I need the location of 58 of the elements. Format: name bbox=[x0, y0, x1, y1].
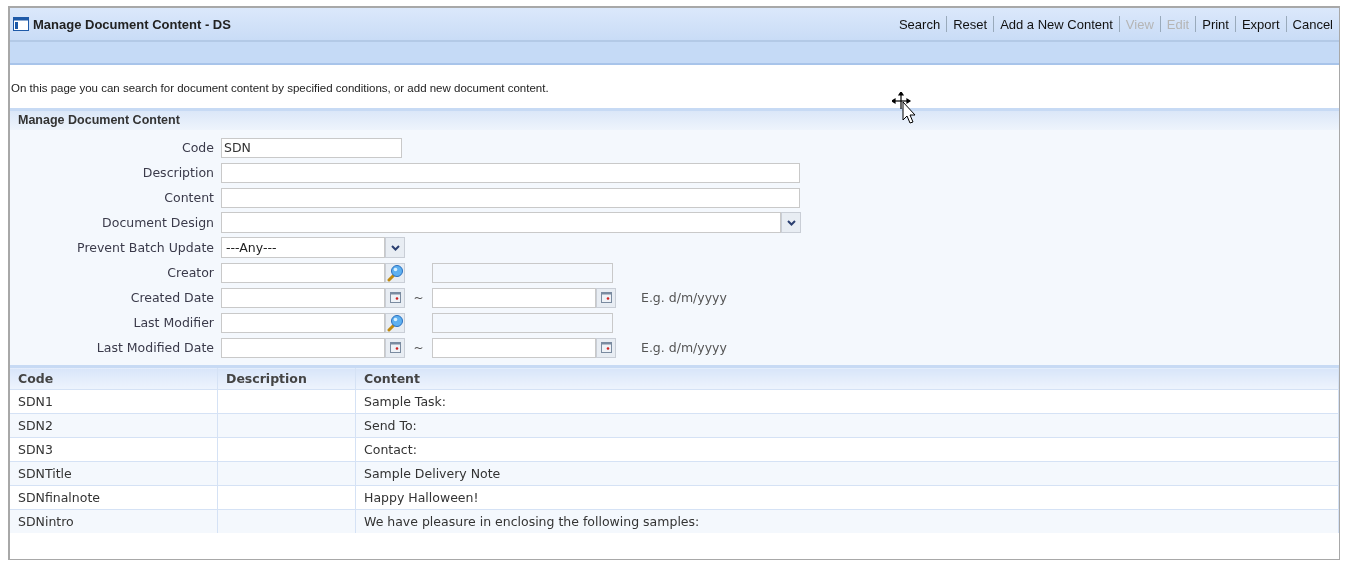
toolbar-link[interactable]: Search bbox=[892, 16, 947, 32]
range-separator: ~ bbox=[412, 290, 425, 305]
toolbar-link[interactable]: Add a New Content bbox=[994, 16, 1119, 32]
table-cell: SDNTitle bbox=[10, 461, 218, 486]
calendar-icon bbox=[600, 292, 612, 303]
table-cell: Send To: bbox=[355, 413, 1339, 438]
field-label: Prevent Batch Update bbox=[76, 240, 215, 255]
dropdown-button[interactable] bbox=[781, 212, 801, 233]
input-field[interactable] bbox=[221, 187, 800, 208]
field-label: Last Modified Date bbox=[95, 340, 215, 355]
toolbar-link[interactable]: Export bbox=[1235, 16, 1286, 32]
calendar-button[interactable] bbox=[385, 337, 405, 358]
format-hint: E.g. d/m/yyyy bbox=[641, 340, 727, 355]
section-title: Manage Document Content bbox=[18, 113, 180, 127]
date-field[interactable] bbox=[221, 337, 385, 358]
input-field[interactable] bbox=[221, 262, 385, 283]
field-label: Creator bbox=[166, 265, 215, 280]
field-label: Created Date bbox=[129, 290, 215, 305]
field-label: Last Modifier bbox=[132, 315, 215, 330]
lookup-button[interactable] bbox=[385, 262, 405, 283]
column-header: Content bbox=[355, 366, 1339, 390]
dropdown-field[interactable] bbox=[221, 212, 801, 233]
date-field[interactable] bbox=[432, 337, 596, 358]
calendar-button[interactable] bbox=[596, 287, 616, 308]
toolbar-link[interactable]: Reset bbox=[947, 16, 994, 32]
window-icon bbox=[13, 17, 29, 31]
field-label: Document Design bbox=[101, 215, 215, 230]
column-header: Code bbox=[10, 366, 218, 390]
format-hint: E.g. d/m/yyyy bbox=[641, 290, 727, 305]
column-header: Description bbox=[217, 366, 356, 390]
calendar-icon bbox=[600, 342, 612, 353]
field-label: Description bbox=[141, 165, 215, 180]
date-field[interactable] bbox=[221, 287, 385, 308]
table-cell: SDNintro bbox=[10, 509, 218, 533]
table-cell: Sample Delivery Note bbox=[355, 461, 1339, 486]
intro-text: On this page you can search for document content by specified conditions, or add new document content. bbox=[10, 81, 550, 96]
chevron-down-icon bbox=[786, 219, 796, 226]
input-field[interactable] bbox=[221, 312, 385, 333]
table-cell: We have pleasure in enclosing the following samples: bbox=[355, 509, 1339, 533]
toolbar-link[interactable]: Print bbox=[1196, 16, 1235, 32]
calendar-button[interactable] bbox=[596, 337, 616, 358]
calendar-icon bbox=[389, 342, 401, 353]
date-field[interactable] bbox=[432, 287, 596, 308]
table-cell: SDN2 bbox=[10, 413, 218, 438]
chevron-down-icon bbox=[390, 244, 400, 251]
search-icon bbox=[386, 263, 404, 282]
field-label: Content bbox=[163, 190, 215, 205]
range-separator: ~ bbox=[412, 340, 425, 355]
toolbar-link[interactable]: Cancel bbox=[1286, 16, 1339, 32]
window-title: Manage Document Content - DS bbox=[33, 16, 231, 32]
input-field[interactable]: SDN bbox=[221, 137, 402, 158]
field-label: Code bbox=[181, 140, 215, 155]
input-field[interactable] bbox=[221, 162, 800, 183]
dropdown-button[interactable] bbox=[385, 237, 405, 258]
search-icon bbox=[386, 313, 404, 332]
calendar-icon bbox=[389, 292, 401, 303]
lookup-button[interactable] bbox=[385, 312, 405, 333]
calendar-button[interactable] bbox=[385, 287, 405, 308]
